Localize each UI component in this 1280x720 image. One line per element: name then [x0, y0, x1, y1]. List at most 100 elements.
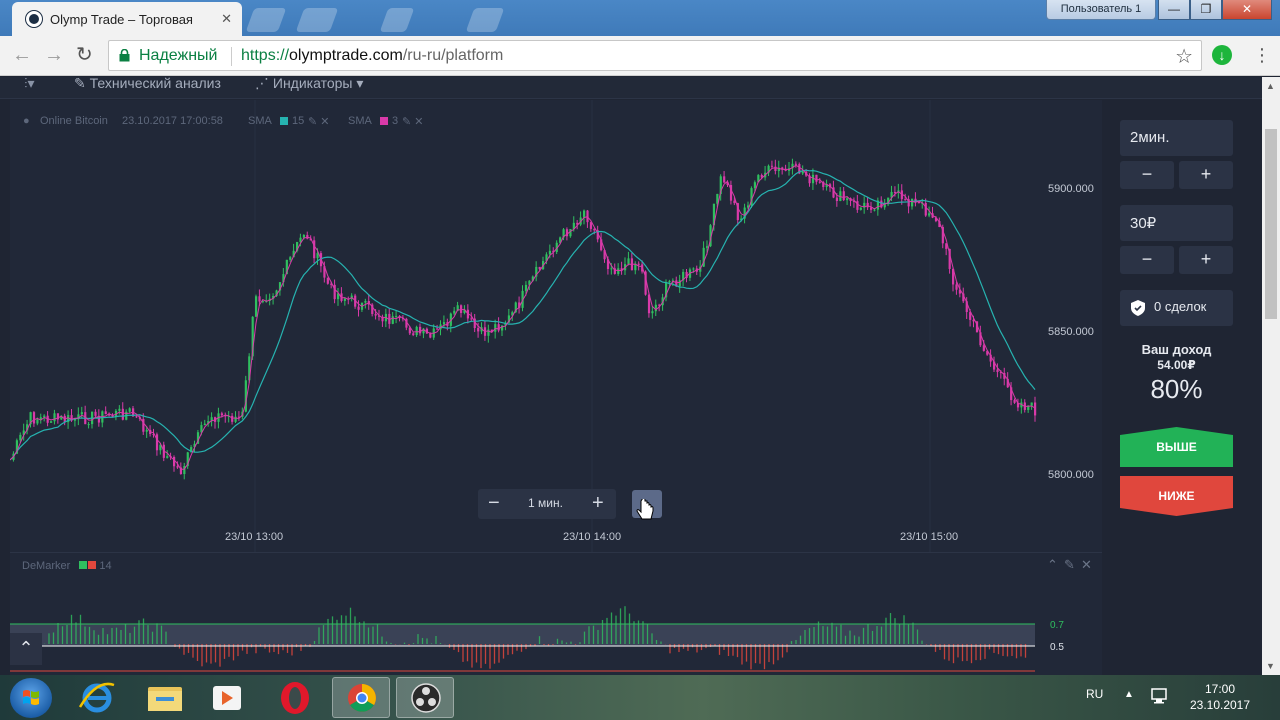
amount-minus-button[interactable]: −	[1120, 246, 1174, 274]
amount-plus-button[interactable]: +	[1179, 246, 1233, 274]
scrollbar-thumb[interactable]	[1265, 129, 1277, 319]
candle-body	[873, 209, 876, 211]
close-window-button[interactable]: ✕	[1222, 0, 1272, 20]
collapse-oscillator-icon[interactable]: ⌃	[1047, 557, 1058, 573]
bookmark-star-icon[interactable]: ☆	[1175, 44, 1193, 69]
price-chart-panel[interactable]: 5900.000 5850.000 5800.000	[9, 100, 1102, 552]
technical-analysis-menu[interactable]: ✎ Технический анализ	[74, 75, 221, 92]
legend-sma1-period: 15	[292, 115, 305, 127]
reload-icon[interactable]: ↻	[76, 44, 93, 66]
edit-sma1-icon[interactable]: ✎ ✕	[308, 115, 330, 128]
candle-body	[470, 318, 473, 320]
demarker-panel[interactable]: 0.7 0.5	[10, 552, 1102, 675]
url-text[interactable]: https://olymptrade.com/ru-ru/platform	[241, 47, 503, 65]
candle-body	[429, 333, 432, 338]
chrome-icon[interactable]	[332, 677, 390, 718]
browser-tab-active[interactable]: Olymp Trade – Торговая ✕	[12, 2, 242, 36]
price-axis-label: 5900.000	[1048, 183, 1094, 195]
indicators-menu[interactable]: ⋰ Индикаторы ▾	[255, 75, 363, 92]
browser-titlebar: Olymp Trade – Торговая ✕ Пользователь 1 …	[0, 0, 1280, 36]
sma1-color-swatch[interactable]	[280, 116, 288, 128]
higher-button[interactable]: ВЫШЕ	[1120, 427, 1233, 467]
media-player-icon[interactable]	[198, 677, 256, 718]
zoom-in-button[interactable]: +	[592, 492, 604, 515]
scroll-up-arrow-icon[interactable]: ▲	[1266, 81, 1275, 91]
url-host: olymptrade.com	[289, 47, 403, 64]
remove-oscillator-icon[interactable]: ✕	[1081, 557, 1092, 573]
scroll-down-arrow-icon[interactable]: ▼	[1266, 661, 1275, 671]
candle-body	[391, 316, 394, 324]
edit-sma2-icon[interactable]: ✎ ✕	[402, 115, 424, 128]
candle-body	[231, 415, 234, 422]
browser-menu-icon[interactable]: ⋮	[1253, 44, 1271, 66]
price-chart[interactable]: 5900.000 5850.000 5800.000	[9, 100, 1102, 552]
amount-field[interactable]: 30₽	[1120, 205, 1233, 241]
minimize-button[interactable]: —	[1158, 0, 1190, 20]
user-profile-button[interactable]: Пользователь 1	[1046, 0, 1156, 20]
candle-body	[637, 263, 640, 265]
osc-up-swatch[interactable]	[79, 561, 88, 569]
candle-body	[996, 369, 999, 373]
inactive-tab[interactable]	[245, 8, 287, 32]
candle-body	[524, 284, 528, 291]
lock-icon	[119, 49, 130, 62]
maximize-button[interactable]: ❐	[1190, 0, 1222, 20]
show-hidden-icons-icon[interactable]: ▲	[1124, 689, 1134, 700]
candle-body	[794, 163, 798, 165]
chart-type-icon[interactable]: ⫶▾	[24, 75, 35, 92]
candle-body	[610, 268, 613, 270]
inactive-tab[interactable]	[465, 8, 505, 32]
address-separator	[231, 47, 232, 66]
osc-down-swatch[interactable]	[88, 561, 97, 569]
forward-arrow-icon[interactable]: →	[44, 44, 64, 66]
obs-icon[interactable]	[396, 677, 454, 718]
internet-explorer-icon[interactable]	[68, 677, 126, 718]
hand-cursor-icon	[636, 499, 654, 520]
edit-oscillator-icon[interactable]: ✎	[1064, 557, 1075, 573]
opera-icon[interactable]	[266, 677, 324, 718]
candle-body	[419, 326, 422, 334]
network-icon[interactable]	[1150, 687, 1170, 705]
page-scrollbar[interactable]: ▲ ▼	[1262, 77, 1280, 675]
candle-body	[866, 202, 869, 208]
candle-body	[145, 429, 148, 432]
candle-body	[121, 408, 124, 420]
address-bar[interactable]: Надежный https://olymptrade.com/ru-ru/pl…	[108, 40, 1202, 71]
start-button[interactable]	[10, 678, 52, 718]
trading-platform: ⫶▾ ✎ Технический анализ ⋰ Индикаторы ▾ 5…	[0, 75, 1262, 675]
inactive-tab[interactable]	[379, 8, 415, 32]
candle-body	[477, 328, 480, 332]
download-icon[interactable]: ↓	[1212, 45, 1232, 65]
candle-body	[497, 324, 500, 331]
sma2-color-swatch[interactable]	[380, 116, 388, 128]
time-label-1: 23/10 13:00	[225, 531, 284, 543]
candle-body	[176, 466, 179, 468]
demarker-chart[interactable]: 0.7 0.5	[10, 553, 1102, 676]
income-label: Ваш доход	[1141, 342, 1212, 357]
price-axis-label: 5850.000	[1048, 326, 1094, 338]
system-clock[interactable]: 17:00 23.10.2017	[1180, 681, 1260, 713]
inactive-tab[interactable]	[295, 8, 339, 32]
duration-minus-button[interactable]: −	[1120, 161, 1174, 189]
candle-body	[203, 423, 206, 426]
clock-time: 17:00	[1204, 682, 1236, 696]
back-arrow-icon[interactable]: ←	[12, 44, 32, 66]
tab-title: Olymp Trade – Торговая	[50, 11, 193, 27]
candle-body	[302, 234, 306, 238]
tab-close-icon[interactable]: ✕	[221, 11, 232, 27]
candle-body	[19, 434, 22, 441]
candle-body	[94, 411, 97, 416]
input-language[interactable]: RU	[1086, 687, 1103, 701]
income-value: 54.00₽	[1157, 358, 1196, 372]
deals-button[interactable]: 0 сделок	[1120, 290, 1233, 326]
candle-body	[893, 191, 897, 193]
lower-button[interactable]: НИЖЕ	[1120, 476, 1233, 516]
file-explorer-icon[interactable]	[136, 677, 194, 718]
zoom-out-button[interactable]: −	[488, 492, 500, 515]
candle-body	[548, 250, 552, 255]
expand-panel-button[interactable]: ⌃	[10, 633, 42, 665]
duration-field[interactable]: 2мин.	[1120, 120, 1233, 156]
duration-plus-button[interactable]: +	[1179, 161, 1233, 189]
chart-toolbar: ⫶▾ ✎ Технический анализ ⋰ Индикаторы ▾	[0, 75, 1262, 99]
zoom-level-label: 1 мин.	[528, 496, 563, 510]
